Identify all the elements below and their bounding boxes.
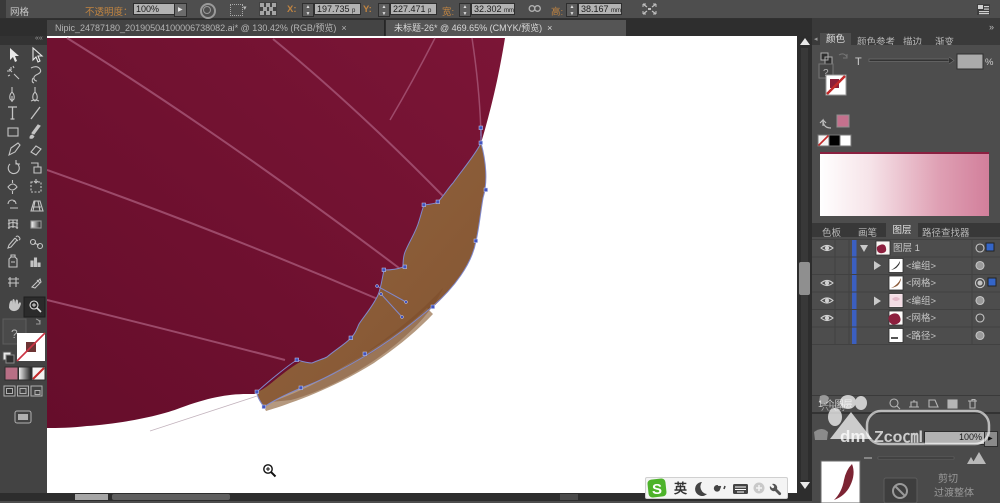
- svg-text:英: 英: [673, 481, 688, 496]
- svg-text:%: %: [985, 57, 994, 68]
- svg-text:S: S: [652, 481, 662, 498]
- svg-text:?: ?: [11, 327, 18, 341]
- svg-text:过渡整体: 过渡整体: [934, 486, 974, 499]
- svg-text:T: T: [855, 56, 862, 68]
- svg-text:剪切: 剪切: [938, 472, 958, 485]
